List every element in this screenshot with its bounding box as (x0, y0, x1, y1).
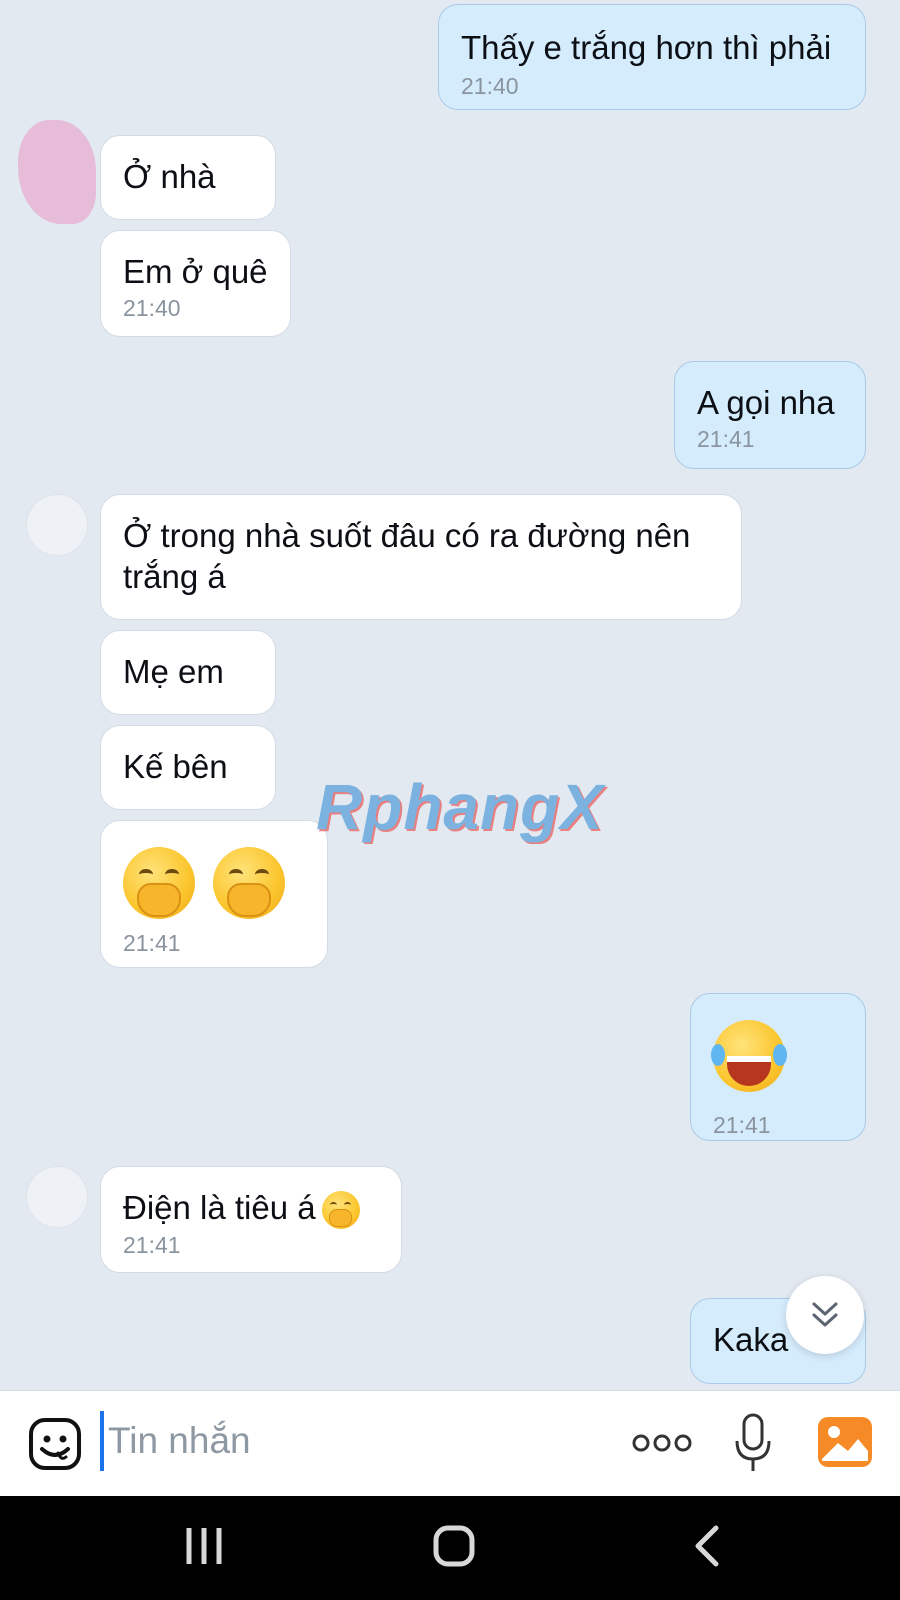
message-time: 21:41 (123, 1232, 181, 1259)
message-bubble-incoming[interactable]: Ở nhà (100, 135, 276, 220)
message-text: A gọi nha (697, 384, 835, 421)
more-button[interactable] (632, 1431, 692, 1455)
message-text: Ở nhà (123, 158, 216, 195)
hand-over-mouth-emoji (123, 847, 195, 919)
message-bubble-outgoing[interactable]: 21:41 (690, 993, 866, 1141)
recents-icon (186, 1528, 222, 1564)
message-bubble-incoming[interactable]: 21:41 (100, 820, 328, 968)
message-text: Mẹ em (123, 653, 224, 690)
message-time: 21:41 (123, 930, 181, 956)
hand-over-mouth-emoji (321, 1191, 360, 1230)
back-button[interactable] (692, 1524, 722, 1573)
contact-avatar[interactable] (26, 1166, 88, 1228)
message-input[interactable]: Tin nhắn (100, 1411, 608, 1471)
sticker-button[interactable] (28, 1417, 82, 1471)
watermark-logo: RphangX (316, 771, 604, 843)
microphone-icon (735, 1413, 771, 1471)
contact-avatar[interactable] (18, 120, 96, 224)
message-bubble-outgoing[interactable]: Thấy e trắng hơn thì phải 21:40 (438, 4, 866, 110)
message-text: Ở trong nhà suốt đâu có ra đường nên trắ… (123, 517, 691, 595)
message-input-bar: Tin nhắn (0, 1390, 900, 1497)
message-text: Kế bên (123, 748, 228, 785)
chevron-double-down-icon (812, 1302, 838, 1327)
message-bubble-incoming[interactable]: Em ở quê 21:40 (100, 230, 291, 337)
contact-avatar[interactable] (26, 494, 88, 556)
message-bubble-incoming[interactable]: Kế bên (100, 725, 276, 810)
sticker-face-icon (29, 1418, 81, 1470)
more-dots-icon (632, 1434, 692, 1452)
message-time: 21:41 (713, 1112, 771, 1138)
voice-button[interactable] (734, 1413, 772, 1473)
message-text: Thấy e trắng hơn thì phải (461, 29, 832, 66)
message-bubble-incoming[interactable]: Điện là tiêu á 21:41 (100, 1166, 402, 1273)
message-bubble-incoming[interactable]: Mẹ em (100, 630, 276, 715)
system-navigation-bar (0, 1496, 900, 1600)
message-text: Kaka (713, 1321, 789, 1358)
message-time: 21:40 (461, 73, 519, 99)
scroll-to-bottom-button[interactable] (786, 1276, 864, 1354)
back-icon (695, 1525, 719, 1567)
chat-message-list[interactable]: Thấy e trắng hơn thì phải 21:40 Ở nhà Em… (0, 0, 900, 1390)
gallery-button[interactable] (818, 1417, 872, 1467)
recents-button[interactable] (184, 1524, 224, 1573)
home-button[interactable] (432, 1524, 476, 1573)
hand-over-mouth-emoji (213, 847, 285, 919)
tears-of-joy-emoji (711, 1020, 787, 1092)
message-bubble-incoming[interactable]: Ở trong nhà suốt đâu có ra đường nên trắ… (100, 494, 742, 620)
message-time: 21:40 (123, 295, 181, 321)
message-time: 21:41 (697, 426, 755, 452)
gallery-icon (818, 1417, 872, 1467)
message-text: Em ở quê (123, 253, 268, 290)
message-bubble-outgoing[interactable]: A gọi nha 21:41 (674, 361, 866, 469)
home-icon (433, 1525, 475, 1567)
message-text: Điện là tiêu á (123, 1189, 316, 1226)
